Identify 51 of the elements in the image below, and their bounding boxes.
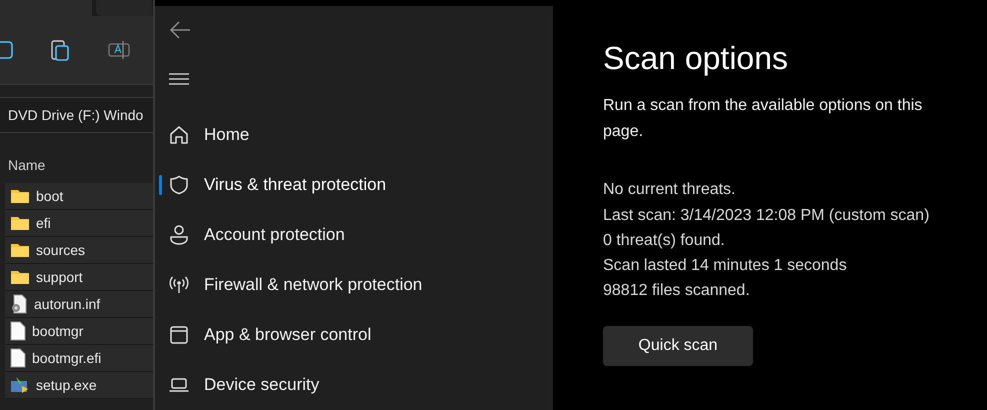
nav-item[interactable]: Device security [159,360,553,410]
back-arrow-icon[interactable] [169,20,191,40]
file-icon [10,348,26,368]
folder-icon [10,242,30,258]
nav-item[interactable]: Home [159,110,553,160]
page-title: Scan options [603,39,788,77]
scan-detail-text: 0 threat(s) found. [603,231,725,251]
file-row[interactable]: bootmgr.efi [5,345,153,372]
folder-icon [10,215,30,231]
rename-icon[interactable] [108,40,130,60]
home-icon [169,125,189,145]
file-row[interactable]: setup.exe [5,372,153,399]
status-text: No current threats. [603,180,736,200]
description-text: Run a scan from the available options on this page. [603,96,924,142]
paste-icon[interactable] [50,39,72,61]
file-row[interactable]: autorun.inf [5,291,153,318]
file-icon [10,321,26,341]
copy-icon[interactable] [0,39,14,61]
nav-item[interactable]: Account protection [159,210,553,260]
file-name: autorun.inf [34,296,100,312]
file-name: boot [36,188,64,204]
address-bar[interactable]: DVD Drive (F:) Windo [0,97,153,133]
folder-icon [10,269,30,285]
column-header[interactable]: Name [0,147,153,183]
file-row[interactable]: sources [5,237,153,264]
scan-detail-text: 98812 files scanned. [603,281,750,301]
antenna-icon [169,275,189,295]
window-icon [169,325,189,345]
person-icon [169,225,189,245]
installer-icon [10,376,30,394]
file-name: bootmgr [32,323,84,339]
settings-file-icon [10,294,28,314]
file-row[interactable]: support [5,264,153,291]
quick-scan-button[interactable]: Quick scan [603,326,753,366]
scan-detail-text: Last scan: 3/14/2023 12:08 PM (custom scan) [603,206,930,226]
file-row[interactable]: bootmgr [5,318,153,345]
file-name: bootmgr.efi [32,350,102,366]
scan-detail-text: Scan lasted 14 minutes 1 seconds [603,256,847,276]
laptop-icon [169,377,189,393]
nav-item[interactable]: Firewall & network protection [159,260,553,310]
file-name: sources [36,242,86,258]
file-row[interactable]: efi [5,210,153,237]
menu-icon[interactable] [169,73,189,85]
file-name: support [36,269,83,285]
folder-icon [10,188,30,204]
nav-item[interactable]: App & browser control [159,310,553,360]
file-row[interactable]: boot [5,183,153,210]
shield-icon [169,175,189,195]
file-name: setup.exe [36,377,97,393]
nav-item[interactable]: Virus & threat protection [159,160,553,210]
file-name: efi [36,215,51,231]
